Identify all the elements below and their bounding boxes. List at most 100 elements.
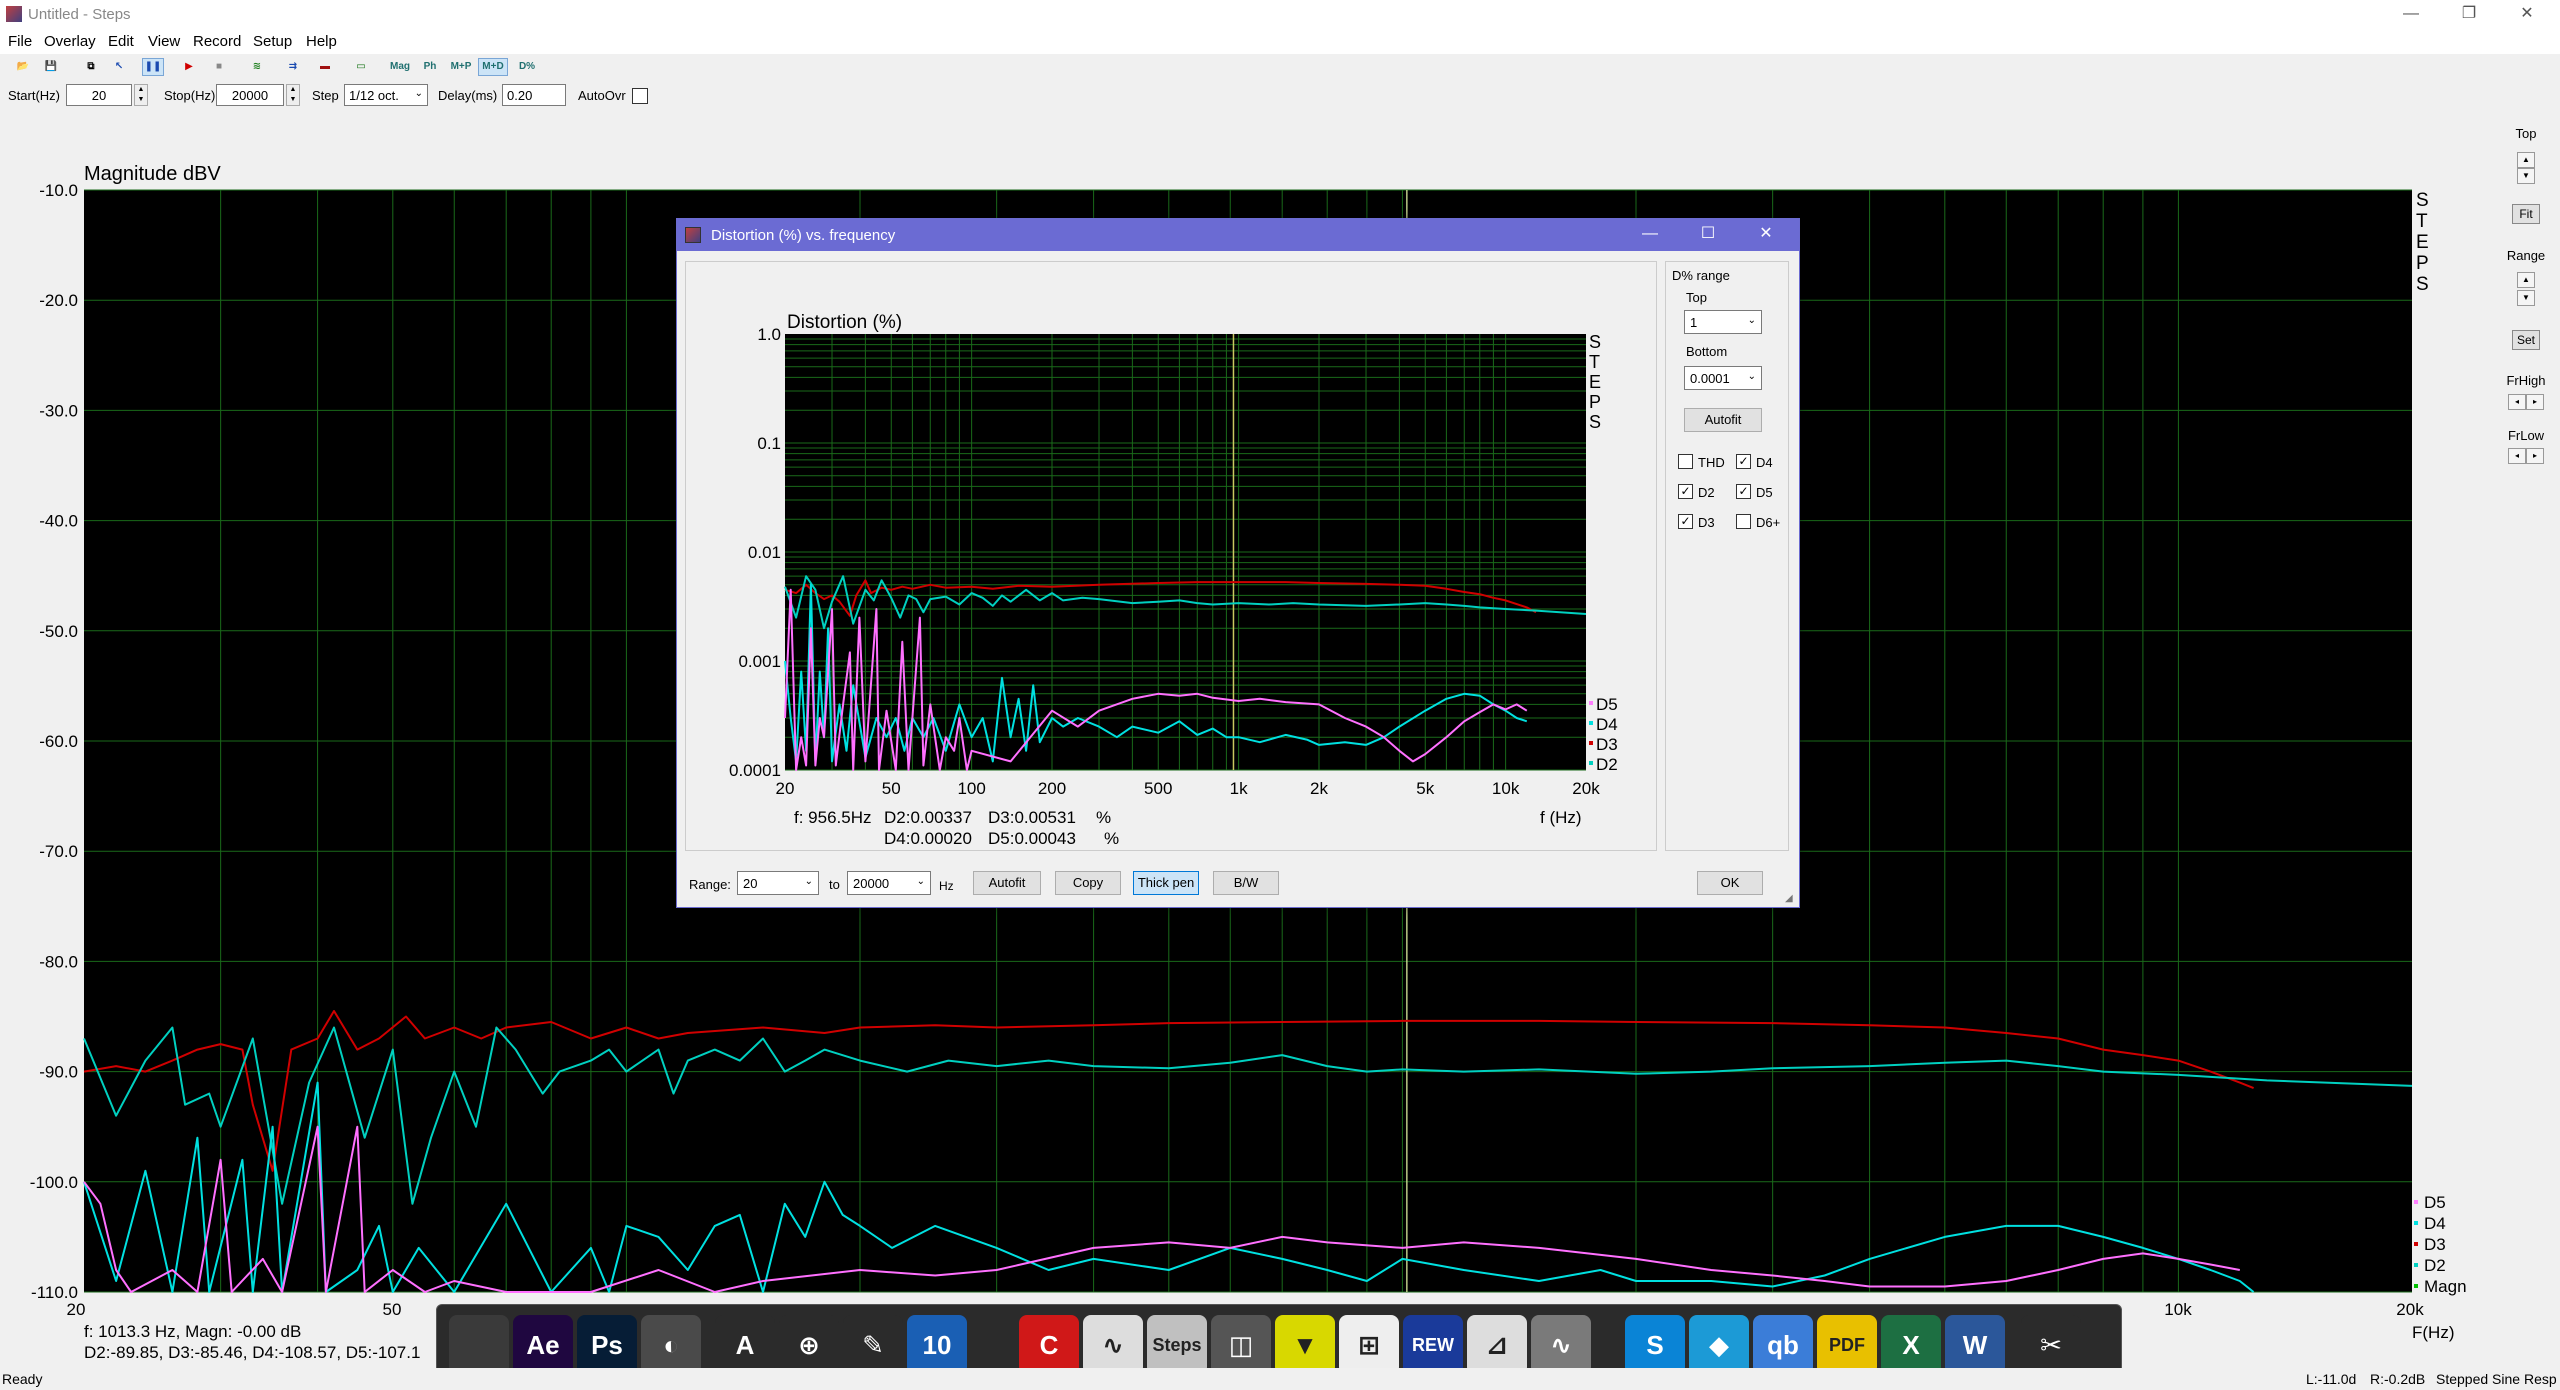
thd-checkbox[interactable] — [1678, 454, 1693, 469]
dialog-close-button[interactable]: ✕ — [1737, 219, 1795, 251]
qbittorrent-icon[interactable]: qb — [1753, 1315, 1813, 1375]
frlow-left-spinner[interactable]: ◂ — [2508, 448, 2526, 464]
stop-spinner[interactable]: ▲ ▼ — [286, 84, 300, 106]
distortion-chart[interactable]: Distortion (%) 1.0 0.1 0.01 0.001 0.0001 20 5… — [686, 262, 1656, 850]
rew-icon[interactable]: REW — [1403, 1315, 1463, 1375]
frhigh-left-spinner[interactable]: ◂ — [2508, 394, 2526, 410]
tools-icon[interactable]: ✂ — [2021, 1315, 2081, 1375]
step-select[interactable]: 1/12 oct. ⌄ — [344, 84, 428, 106]
start-spinner[interactable]: ▲ ▼ — [134, 84, 148, 106]
menu-record[interactable]: Record — [193, 33, 241, 50]
pdf-icon[interactable]: PDF — [1817, 1315, 1877, 1375]
dist-xtick: 2k — [1310, 779, 1328, 798]
display-icon[interactable]: ▭ — [350, 58, 372, 76]
cursor-icon[interactable]: ↖ — [108, 58, 130, 76]
resize-grip-icon[interactable]: ◢ — [1785, 893, 1793, 904]
bw-button[interactable]: B/W — [1213, 871, 1279, 895]
menu-overlay[interactable]: Overlay — [44, 33, 96, 50]
steps-letter: E — [2416, 232, 2429, 253]
copy-icon[interactable]: ⧉ — [80, 58, 102, 76]
range-down-spinner[interactable]: ▼ — [2517, 290, 2535, 306]
dist-autofit-button[interactable]: Autofit — [1684, 408, 1762, 432]
graph-icon[interactable]: ⊞ — [1339, 1315, 1399, 1375]
mag-phase-view-button[interactable]: M+P — [446, 58, 476, 76]
dist-legend-label: D2 — [1596, 755, 1618, 774]
after-effects-icon[interactable]: Ae — [513, 1315, 573, 1375]
close-button[interactable]: ✕ — [2498, 0, 2556, 30]
speaker-icon[interactable]: ◫ — [1211, 1315, 1271, 1375]
chevron-down-icon: ⌄ — [804, 876, 813, 887]
d3-checkbox[interactable]: ✓ — [1678, 514, 1693, 529]
copy-button[interactable]: Copy — [1055, 871, 1121, 895]
delay-input[interactable]: 0.20 — [502, 84, 566, 106]
open-icon[interactable]: 📂 — [12, 58, 34, 76]
d2-checkbox[interactable]: ✓ — [1678, 484, 1693, 499]
thick-pen-button[interactable]: Thick pen — [1133, 871, 1199, 895]
frhigh-right-spinner[interactable]: ▸ — [2526, 394, 2544, 410]
red-c-icon[interactable]: C — [1019, 1315, 1079, 1375]
mag-dist-view-button[interactable]: M+D — [478, 58, 508, 76]
start-input[interactable]: 20 — [66, 84, 132, 106]
steps-icon[interactable]: Steps — [1147, 1315, 1207, 1375]
restore-button[interactable]: ❐ — [2440, 0, 2498, 30]
d6plus-checkbox[interactable] — [1736, 514, 1751, 529]
range-to-select[interactable]: 20000 ⌄ — [847, 871, 931, 895]
yellow-tool-icon[interactable]: ▼ — [1275, 1315, 1335, 1375]
menu-view[interactable]: View — [148, 33, 180, 50]
dist-xtick: 20 — [776, 779, 795, 798]
top-down-spinner[interactable]: ▼ — [2517, 168, 2535, 184]
menu-edit[interactable]: Edit — [108, 33, 134, 50]
autoovr-checkbox[interactable] — [632, 88, 648, 104]
green-tool-icon[interactable]: ⊕ — [779, 1315, 839, 1375]
pencil-icon[interactable]: ✎ — [843, 1315, 903, 1375]
status-text: Ready — [2, 1371, 43, 1387]
mag-view-button[interactable]: Mag — [386, 58, 414, 76]
analyzer-icon[interactable]: ∿ — [1083, 1315, 1143, 1375]
dist-chart-title: Distortion (%) — [787, 312, 902, 333]
range-up-spinner[interactable]: ▲ — [2517, 272, 2535, 288]
phase-view-button[interactable]: Ph — [418, 58, 442, 76]
ok-button[interactable]: OK — [1697, 871, 1763, 895]
menu-setup[interactable]: Setup — [253, 33, 292, 50]
dialog-maximize-button[interactable]: ☐ — [1679, 219, 1737, 251]
generator-icon[interactable]: ≋ — [246, 58, 268, 76]
flag-icon[interactable]: ▬ — [314, 58, 336, 76]
d5-checkbox[interactable]: ✓ — [1736, 484, 1751, 499]
overlay-icon[interactable]: ⇉ — [282, 58, 304, 76]
excel-icon[interactable]: X — [1881, 1315, 1941, 1375]
kodi-icon[interactable]: ◆ — [1689, 1315, 1749, 1375]
edius-icon[interactable] — [449, 1315, 509, 1375]
frlow-right-spinner[interactable]: ▸ — [2526, 448, 2544, 464]
range-to-value: 20000 — [853, 876, 890, 891]
set-button[interactable]: Set — [2512, 330, 2540, 350]
photoshop-icon[interactable]: Ps — [577, 1315, 637, 1375]
skype-icon[interactable]: S — [1625, 1315, 1685, 1375]
fit-button[interactable]: Fit — [2512, 204, 2540, 224]
ten-icon[interactable]: 10 — [907, 1315, 967, 1375]
menu-help[interactable]: Help — [306, 33, 337, 50]
dist-legend-label: D5 — [1596, 695, 1618, 714]
save-icon[interactable]: 💾 — [40, 58, 62, 76]
record-icon[interactable]: ▶ — [178, 58, 200, 76]
stop-icon[interactable]: ■ — [208, 58, 230, 76]
dist-steps-letter: S — [1589, 332, 1601, 352]
wave-icon[interactable]: ∿ — [1531, 1315, 1591, 1375]
stop-input[interactable]: 20000 — [216, 84, 284, 106]
toolbar: 📂 💾 ⧉ ↖ ❚❚ ▶ ■ ≋ ⇉ ▬ ▭ Mag Ph M+P M+D D% — [0, 56, 2560, 78]
chart-icon[interactable]: ⊿ — [1467, 1315, 1527, 1375]
dialog-minimize-button[interactable]: — — [1621, 219, 1679, 251]
wavelab-icon[interactable]: A — [715, 1315, 775, 1375]
davinci-icon[interactable]: ◐ — [641, 1315, 701, 1375]
range-from-select[interactable]: 20 ⌄ — [737, 871, 819, 895]
autofit-button[interactable]: Autofit — [973, 871, 1041, 895]
d4-checkbox[interactable]: ✓ — [1736, 454, 1751, 469]
word-icon[interactable]: W — [1945, 1315, 2005, 1375]
distortion-pct-button[interactable]: D% — [514, 58, 540, 76]
dist-ytick: 0.0001 — [729, 761, 781, 780]
pause-icon[interactable]: ❚❚ — [142, 58, 164, 76]
dist-top-select[interactable]: 1 ⌄ — [1684, 310, 1762, 334]
top-up-spinner[interactable]: ▲ — [2517, 152, 2535, 168]
menu-file[interactable]: File — [8, 33, 32, 50]
dist-bottom-select[interactable]: 0.0001 ⌄ — [1684, 366, 1762, 390]
minimize-button[interactable]: — — [2382, 0, 2440, 30]
